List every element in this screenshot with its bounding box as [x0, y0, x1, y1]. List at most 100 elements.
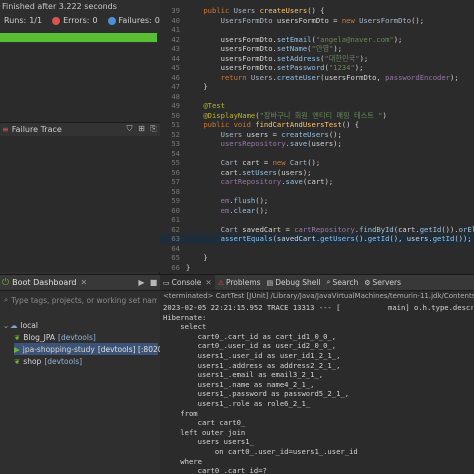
console-line: left outer join: [163, 427, 246, 437]
failure-icon: [107, 16, 116, 25]
code-line[interactable]: 54: [160, 149, 474, 159]
code-editor[interactable]: 39 public Users createUsers() {40 UsersF…: [160, 0, 474, 281]
spring-icon: ❦: [14, 356, 21, 366]
tab-debug-shell[interactable]: ▤ Debug Shell: [264, 275, 324, 290]
left-panel: Finished after 3.222 seconds Runs: 1/1 E…: [0, 0, 165, 474]
code-text: }: [186, 262, 191, 272]
code-text: public Users createUsers() {: [203, 6, 325, 15]
tab-search[interactable]: ⌕ Search: [324, 275, 362, 290]
line-number: 41: [171, 25, 180, 34]
failure-trace-icon: ≡: [2, 125, 9, 134]
failure-trace-label: Failure Trace: [11, 125, 62, 134]
code-line[interactable]: 61: [160, 215, 474, 225]
code-line[interactable]: 42 usersFormDto.setEmail("angela@naver.c…: [160, 35, 474, 45]
console-line: cart0_.cart_id as cart_id1_0_0_,: [163, 331, 337, 341]
code-line[interactable]: 48: [160, 92, 474, 102]
runs-counter: Runs: 1/1: [4, 16, 42, 25]
console-terminated-label: <terminated> CartTest [JUnit] /Library/J…: [163, 292, 474, 300]
code-line[interactable]: 55 Cart cart = new Cart();: [160, 158, 474, 168]
filter-stack-icon[interactable]: ⛉: [125, 124, 134, 133]
line-number: 47: [171, 82, 180, 91]
boot-search-box[interactable]: ⌕ Type tags, projects, or working set na…: [2, 294, 157, 306]
line-number: 62: [171, 224, 180, 234]
code-text: public void findCartAndUsersTest() {: [203, 120, 360, 129]
console-line: cart0_.cart_id=?: [163, 466, 267, 474]
spring-running-icon: ▶: [14, 344, 20, 354]
code-line[interactable]: 45 usersFormDto.setPassword("1234");: [160, 63, 474, 73]
code-line[interactable]: 64: [160, 244, 474, 254]
line-number: 43: [171, 44, 180, 53]
code-line[interactable]: 52 Users users = createUsers();: [160, 130, 474, 140]
code-line[interactable]: 49 @Test: [160, 101, 474, 111]
runs-label: Runs:: [4, 16, 27, 25]
console-line: where: [163, 456, 202, 466]
code-line[interactable]: 47 }: [160, 82, 474, 92]
code-line[interactable]: 56 cart.setUsers(users);: [160, 168, 474, 178]
code-text: UsersFormDto usersFormDto = new UsersFor…: [220, 15, 425, 25]
close-icon[interactable]: ✕: [205, 278, 211, 287]
line-number: 46: [171, 72, 180, 82]
line-number: 52: [171, 129, 180, 139]
boot-dashboard-header[interactable]: ⏻ Boot Dashboard ✕: [0, 275, 160, 291]
compare-icon[interactable]: ⊞: [137, 124, 146, 133]
code-line[interactable]: 39 public Users createUsers() {: [160, 6, 474, 16]
console-line: 2023-02-05 22:21:15.952 TRACE 13313 --- …: [163, 303, 473, 312]
line-number: 55: [171, 158, 180, 167]
console-output[interactable]: 2023-02-05 22:21:15.952 TRACE 13313 --- …: [163, 303, 473, 474]
code-text: return Users.createUser(usersFormDto, pa…: [220, 72, 459, 82]
spring-icon: ❦: [14, 332, 21, 342]
code-line[interactable]: 62 Cart savedCart = cartRepository.findB…: [160, 225, 474, 235]
code-line[interactable]: 66}: [160, 263, 474, 273]
close-icon[interactable]: ✕: [80, 278, 87, 287]
boot-dashboard-title: Boot Dashboard: [12, 278, 77, 287]
tab-problems[interactable]: ⚠ Problems: [215, 275, 264, 290]
code-text: }: [186, 253, 208, 262]
line-number: 50: [171, 110, 180, 120]
copy-trace-icon[interactable]: ⎘: [149, 124, 158, 133]
tree-item-label: shop: [23, 356, 42, 366]
code-line[interactable]: 58: [160, 187, 474, 197]
code-line[interactable]: 46 return Users.createUser(usersFormDto,…: [160, 73, 474, 83]
tree-item-tag: [devtools]: [44, 356, 83, 366]
junit-finished-text: Finished after 3.222 seconds: [2, 2, 117, 11]
errors-value: 0: [92, 16, 98, 25]
code-line[interactable]: 65 }: [160, 253, 474, 263]
cloud-icon: ☁: [10, 320, 18, 330]
stop-icon[interactable]: ■: [149, 278, 158, 287]
line-number: 40: [171, 15, 180, 25]
code-line[interactable]: 57 cartRepository.save(cart);: [160, 177, 474, 187]
junit-test-tree[interactable]: [0, 44, 160, 122]
code-line[interactable]: 50 @DisplayName("장바구니 회원 엔티티 매핑 테스트 "): [160, 111, 474, 121]
code-line[interactable]: 59 em.flush();: [160, 196, 474, 206]
code-text: usersFormDto.setPassword("1234");: [186, 63, 364, 72]
junit-view: Finished after 3.222 seconds Runs: 1/1 E…: [0, 0, 160, 272]
code-line[interactable]: 63 assertEquals(savedCart.getUsers().get…: [160, 234, 474, 244]
code-line[interactable]: 41: [160, 25, 474, 35]
tab-servers[interactable]: ⚙ Servers: [361, 275, 404, 290]
code-text: Cart savedCart = cartRepository.findById…: [220, 224, 474, 234]
code-text: usersFormDto.setEmail("angela@naver.com"…: [186, 34, 403, 44]
tree-item-local[interactable]: ⌄ ☁ local: [2, 319, 38, 331]
code-line[interactable]: 44 usersFormDto.setAddress("대한민국");: [160, 54, 474, 64]
code-line[interactable]: 43 usersFormDto.setName("안영");: [160, 44, 474, 54]
tab-label: Search: [332, 278, 359, 287]
tab-console[interactable]: ▭ Console ✕: [160, 275, 215, 290]
code-text: }: [186, 82, 208, 91]
line-number: 53: [171, 139, 180, 148]
console-line: users1_.role as role6_2_1_: [163, 398, 311, 408]
code-line[interactable]: 53 usersRepository.save(users);: [160, 139, 474, 149]
tree-item-shop[interactable]: ❦ shop [devtools]: [14, 355, 82, 367]
code-line[interactable]: 51 public void findCartAndUsersTest() {: [160, 120, 474, 130]
console-line: cart cart0_: [163, 418, 246, 428]
start-icon[interactable]: ▶: [137, 278, 146, 287]
code-line[interactable]: 60 em.clear();: [160, 206, 474, 216]
chevron-down-icon[interactable]: ⌄: [2, 321, 10, 330]
boot-dashboard-toolbar: ▶ ■: [137, 278, 158, 287]
tab-label: Problems: [225, 278, 261, 287]
code-line[interactable]: 40 UsersFormDto usersFormDto = new Users…: [160, 16, 474, 26]
code-text: Cart cart = new Cart();: [220, 158, 321, 167]
failures-counter: Failures: 0: [107, 16, 160, 25]
tree-item-blog-jpa[interactable]: ❦ Blog_JPA [devtools]: [14, 331, 96, 343]
tree-item-jpa-shopping-study[interactable]: ▶ jpa-shopping-study [devtools] [:8020]: [14, 343, 165, 355]
boot-search-placeholder: Type tags, projects, or working set name…: [11, 295, 157, 305]
